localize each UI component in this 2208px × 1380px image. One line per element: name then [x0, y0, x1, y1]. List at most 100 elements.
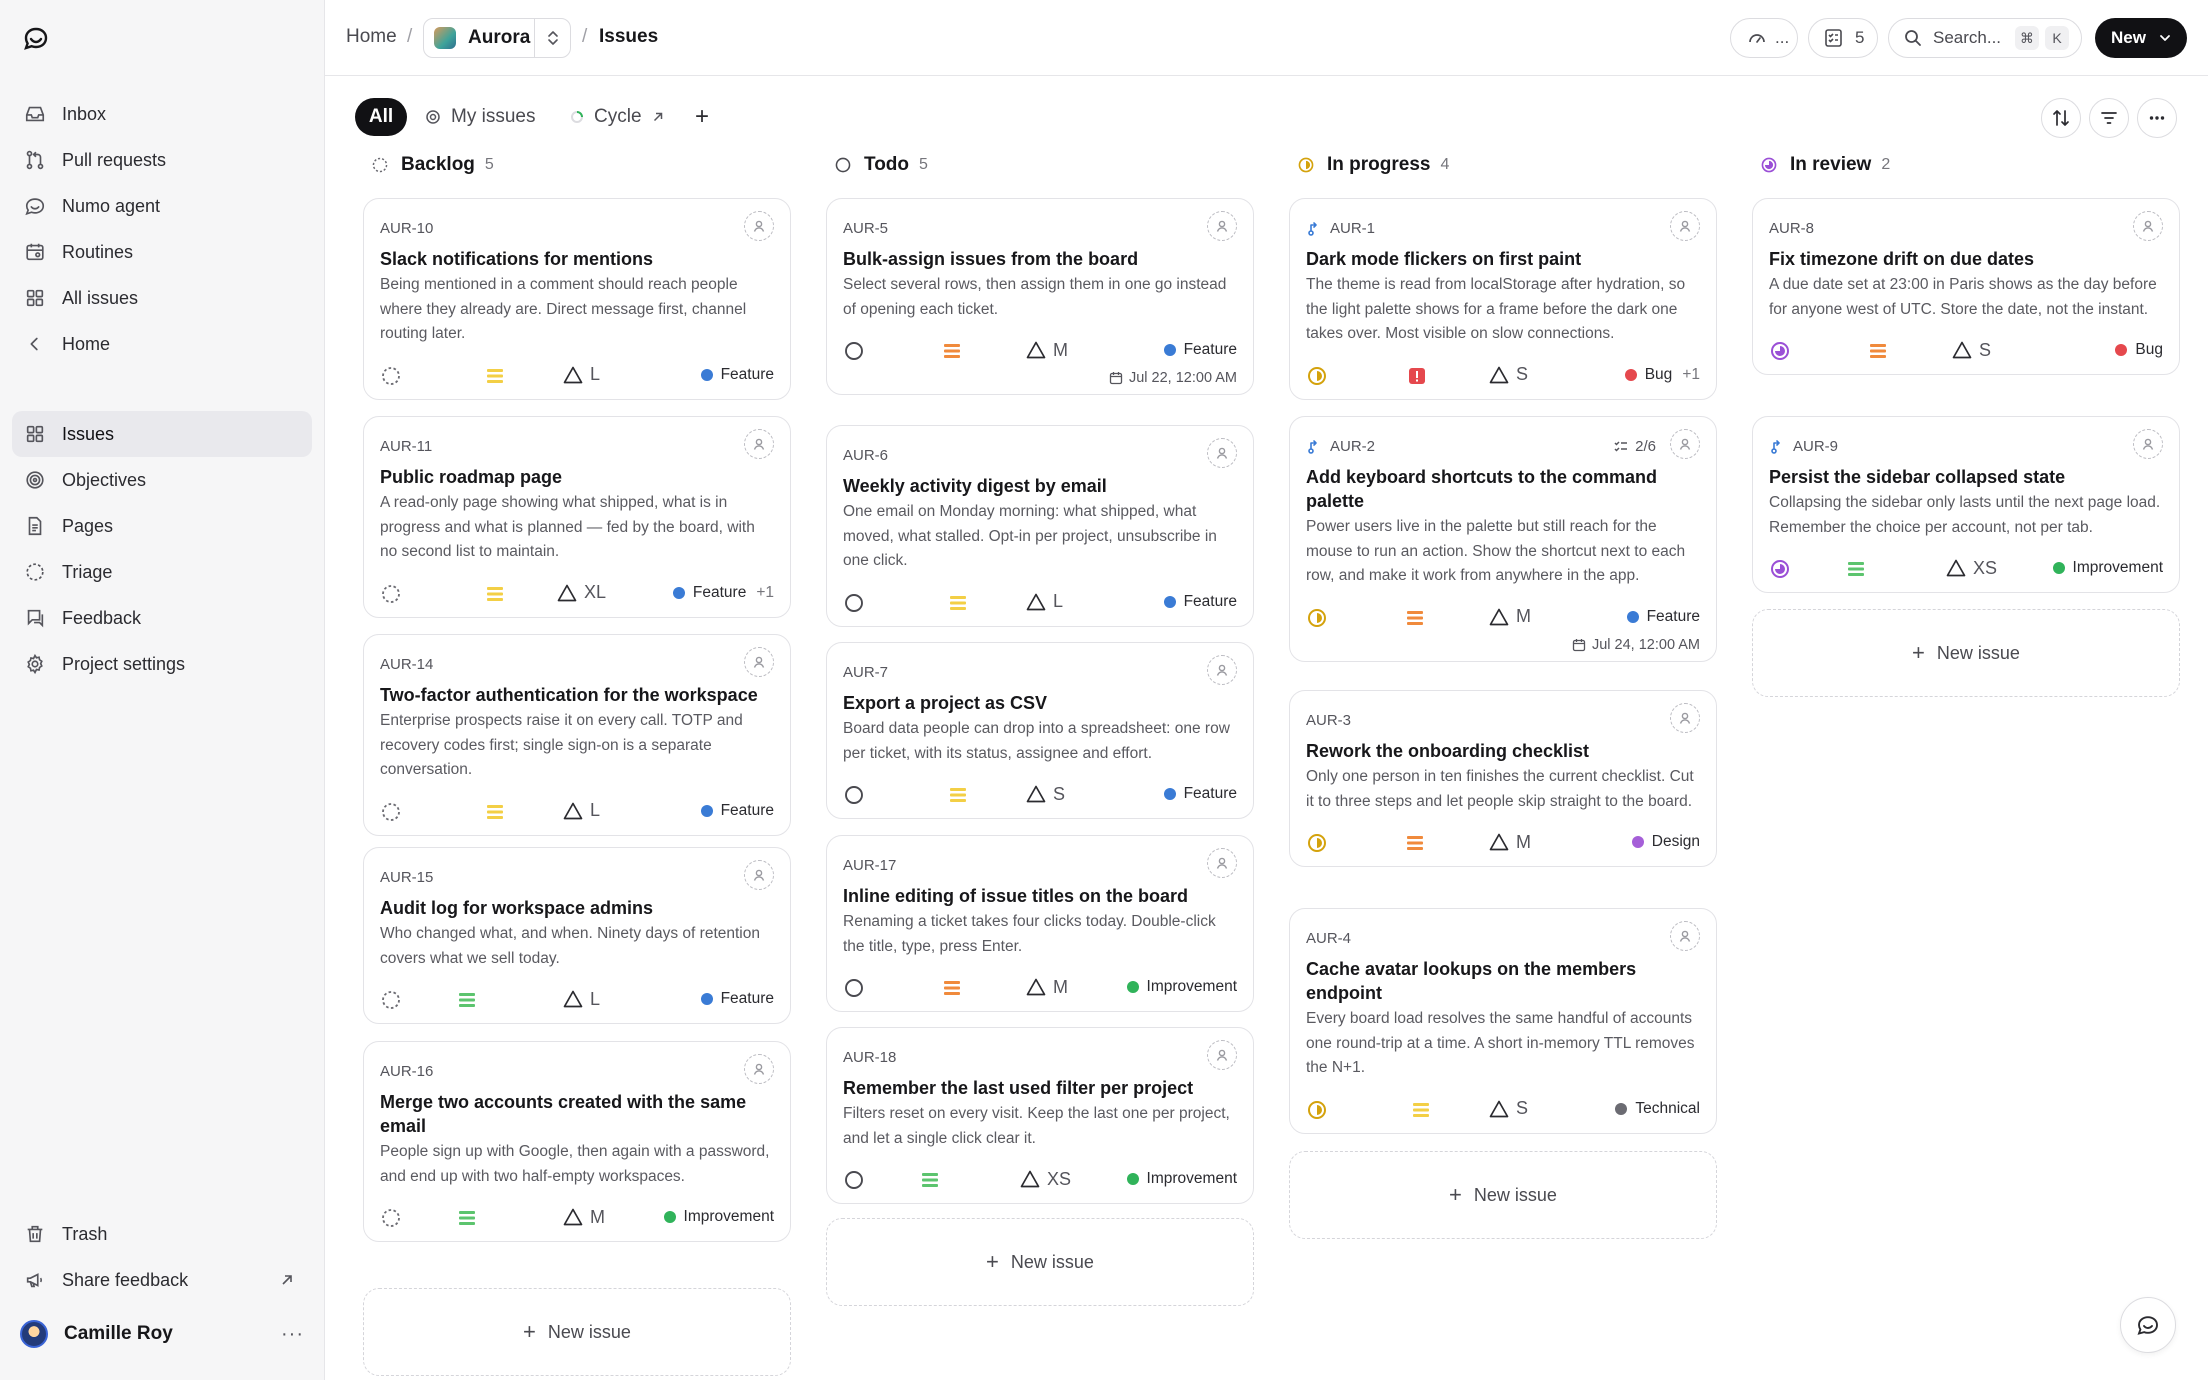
label-badge[interactable]: Improvement — [663, 1208, 774, 1226]
assignee-avatar-icon[interactable] — [1207, 1040, 1237, 1070]
assignee-avatar-icon[interactable] — [1670, 703, 1700, 733]
search-button[interactable]: Search... ⌘ K — [1888, 18, 2082, 58]
priority-high-icon[interactable] — [1869, 342, 1887, 360]
tasks-button[interactable]: 5 — [1808, 18, 1878, 58]
sidebar-item-routines[interactable]: Routines — [12, 229, 312, 275]
estimate[interactable]: L — [1025, 591, 1063, 613]
label-badge[interactable]: Feature — [700, 990, 774, 1008]
status-in-progress-icon[interactable] — [1306, 607, 1328, 629]
priority-high-icon[interactable] — [1406, 609, 1424, 627]
label-badge[interactable]: Feature — [1626, 608, 1700, 626]
status-in-progress-icon[interactable] — [1306, 1099, 1328, 1121]
issue-card[interactable]: AUR-9 Persist the sidebar collapsed state… — [1752, 416, 2180, 593]
assignee-avatar-icon[interactable] — [1207, 655, 1237, 685]
estimate[interactable]: M — [1488, 606, 1531, 628]
issue-card[interactable]: AUR-15 Audit log for workspace admins Who … — [363, 847, 791, 1024]
estimate[interactable]: M — [1025, 339, 1068, 361]
assignee-avatar-icon[interactable] — [1670, 921, 1700, 951]
status-todo-icon[interactable] — [843, 1169, 865, 1191]
priority-none-icon[interactable] — [458, 1209, 476, 1227]
due-date[interactable]: Jul 22, 12:00 AM — [1109, 370, 1237, 386]
issue-card[interactable]: AUR-5 Bulk-assign issues from the board Se… — [826, 198, 1254, 395]
estimate[interactable]: M — [1488, 831, 1531, 853]
priority-urgent-icon[interactable] — [1408, 367, 1426, 385]
issue-card[interactable]: AUR-3 Rework the onboarding checklist Only… — [1289, 690, 1717, 867]
label-badge[interactable]: Feature +1 — [672, 584, 774, 602]
priority-low-icon[interactable] — [486, 803, 504, 821]
column-header[interactable]: Todo 5 — [826, 150, 1254, 180]
issue-card[interactable]: AUR-4 Cache avatar lookups on the members… — [1289, 908, 1717, 1134]
new-issue-button[interactable]: + New issue — [1752, 609, 2180, 697]
sidebar-item-issues[interactable]: Issues — [12, 411, 312, 457]
estimate[interactable]: XS — [1945, 557, 1997, 579]
assignee-avatar-icon[interactable] — [1207, 848, 1237, 878]
project-switcher[interactable]: Aurora — [423, 18, 571, 58]
assignee-avatar-icon[interactable] — [1207, 211, 1237, 241]
status-in-review-icon[interactable] — [1769, 340, 1791, 362]
assignee-avatar-icon[interactable] — [744, 429, 774, 459]
filter-button[interactable] — [2089, 98, 2129, 138]
estimate[interactable]: S — [1025, 783, 1065, 805]
sidebar-item-feedback[interactable]: Feedback — [12, 595, 312, 641]
sidebar-item-share-feedback[interactable]: Share feedback — [12, 1257, 312, 1303]
estimate[interactable]: XL — [556, 582, 606, 604]
issue-card[interactable]: AUR-6 Weekly activity digest by email One … — [826, 425, 1254, 627]
estimate[interactable]: L — [562, 988, 600, 1010]
assistant-button[interactable] — [2120, 1297, 2176, 1353]
estimate[interactable]: S — [1488, 364, 1528, 386]
label-badge[interactable]: Feature — [700, 366, 774, 384]
column-header[interactable]: In progress 4 — [1289, 150, 1717, 180]
status-backlog-icon[interactable] — [380, 365, 402, 387]
label-badge[interactable]: Improvement — [1126, 1170, 1237, 1188]
sidebar-item-all-issues[interactable]: All issues — [12, 275, 312, 321]
priority-low-icon[interactable] — [949, 594, 967, 612]
issue-card[interactable]: AUR-10 Slack notifications for mentions Be… — [363, 198, 791, 400]
sidebar-item-inbox[interactable]: Inbox — [12, 91, 312, 137]
issue-card[interactable]: AUR-7 Export a project as CSV Board data p… — [826, 642, 1254, 819]
user-menu[interactable]: Camille Roy ··· — [20, 1317, 310, 1351]
tab-my-issues[interactable]: My issues — [425, 98, 535, 136]
label-badge[interactable]: Feature — [1163, 593, 1237, 611]
assignee-avatar-icon[interactable] — [744, 211, 774, 241]
issue-card[interactable]: AUR-1 Dark mode flickers on first paint Th… — [1289, 198, 1717, 400]
status-todo-icon[interactable] — [843, 977, 865, 999]
label-badge[interactable]: Improvement — [2052, 559, 2163, 577]
assignee-avatar-icon[interactable] — [2133, 211, 2163, 241]
label-badge[interactable]: Bug — [2115, 341, 2163, 359]
issue-card[interactable]: AUR-2 2/6 Add keyboard shortcuts to the co… — [1289, 416, 1717, 662]
estimate[interactable]: XS — [1019, 1168, 1071, 1190]
sidebar-item-objectives[interactable]: Objectives — [12, 457, 312, 503]
assignee-avatar-icon[interactable] — [744, 860, 774, 890]
more-icon[interactable]: ··· — [281, 1323, 304, 1346]
priority-low-icon[interactable] — [486, 367, 504, 385]
assignee-avatar-icon[interactable] — [2133, 429, 2163, 459]
sidebar-item-trash[interactable]: Trash — [12, 1211, 312, 1257]
status-in-review-icon[interactable] — [1769, 558, 1791, 580]
new-issue-button[interactable]: + New issue — [826, 1218, 1254, 1306]
label-badge[interactable]: Feature — [1163, 341, 1237, 359]
breadcrumb-home[interactable]: Home — [346, 26, 397, 48]
add-view-button[interactable]: + — [695, 98, 709, 136]
status-backlog-icon[interactable] — [380, 583, 402, 605]
status-backlog-icon[interactable] — [380, 1207, 402, 1229]
issue-card[interactable]: AUR-18 Remember the last used filter per … — [826, 1027, 1254, 1204]
sidebar-item-numo-agent[interactable]: Numo agent — [12, 183, 312, 229]
performance-button[interactable]: ... — [1730, 18, 1798, 58]
status-todo-icon[interactable] — [843, 340, 865, 362]
estimate[interactable]: M — [562, 1206, 605, 1228]
assignee-avatar-icon[interactable] — [744, 1054, 774, 1084]
issue-card[interactable]: AUR-8 Fix timezone drift on due dates A du… — [1752, 198, 2180, 375]
new-issue-button[interactable]: + New issue — [363, 1288, 791, 1376]
assignee-avatar-icon[interactable] — [1670, 429, 1700, 459]
sidebar-item-pull-requests[interactable]: Pull requests — [12, 137, 312, 183]
more-options-button[interactable] — [2137, 98, 2177, 138]
column-header[interactable]: In review 2 — [1752, 150, 2180, 180]
priority-none-icon[interactable] — [921, 1171, 939, 1189]
priority-none-icon[interactable] — [1847, 560, 1865, 578]
column-header[interactable]: Backlog 5 — [363, 150, 791, 180]
assignee-avatar-icon[interactable] — [744, 647, 774, 677]
issue-card[interactable]: AUR-16 Merge two accounts created with th… — [363, 1041, 791, 1242]
priority-high-icon[interactable] — [943, 342, 961, 360]
label-badge[interactable]: Improvement — [1126, 978, 1237, 996]
sort-button[interactable] — [2041, 98, 2081, 138]
